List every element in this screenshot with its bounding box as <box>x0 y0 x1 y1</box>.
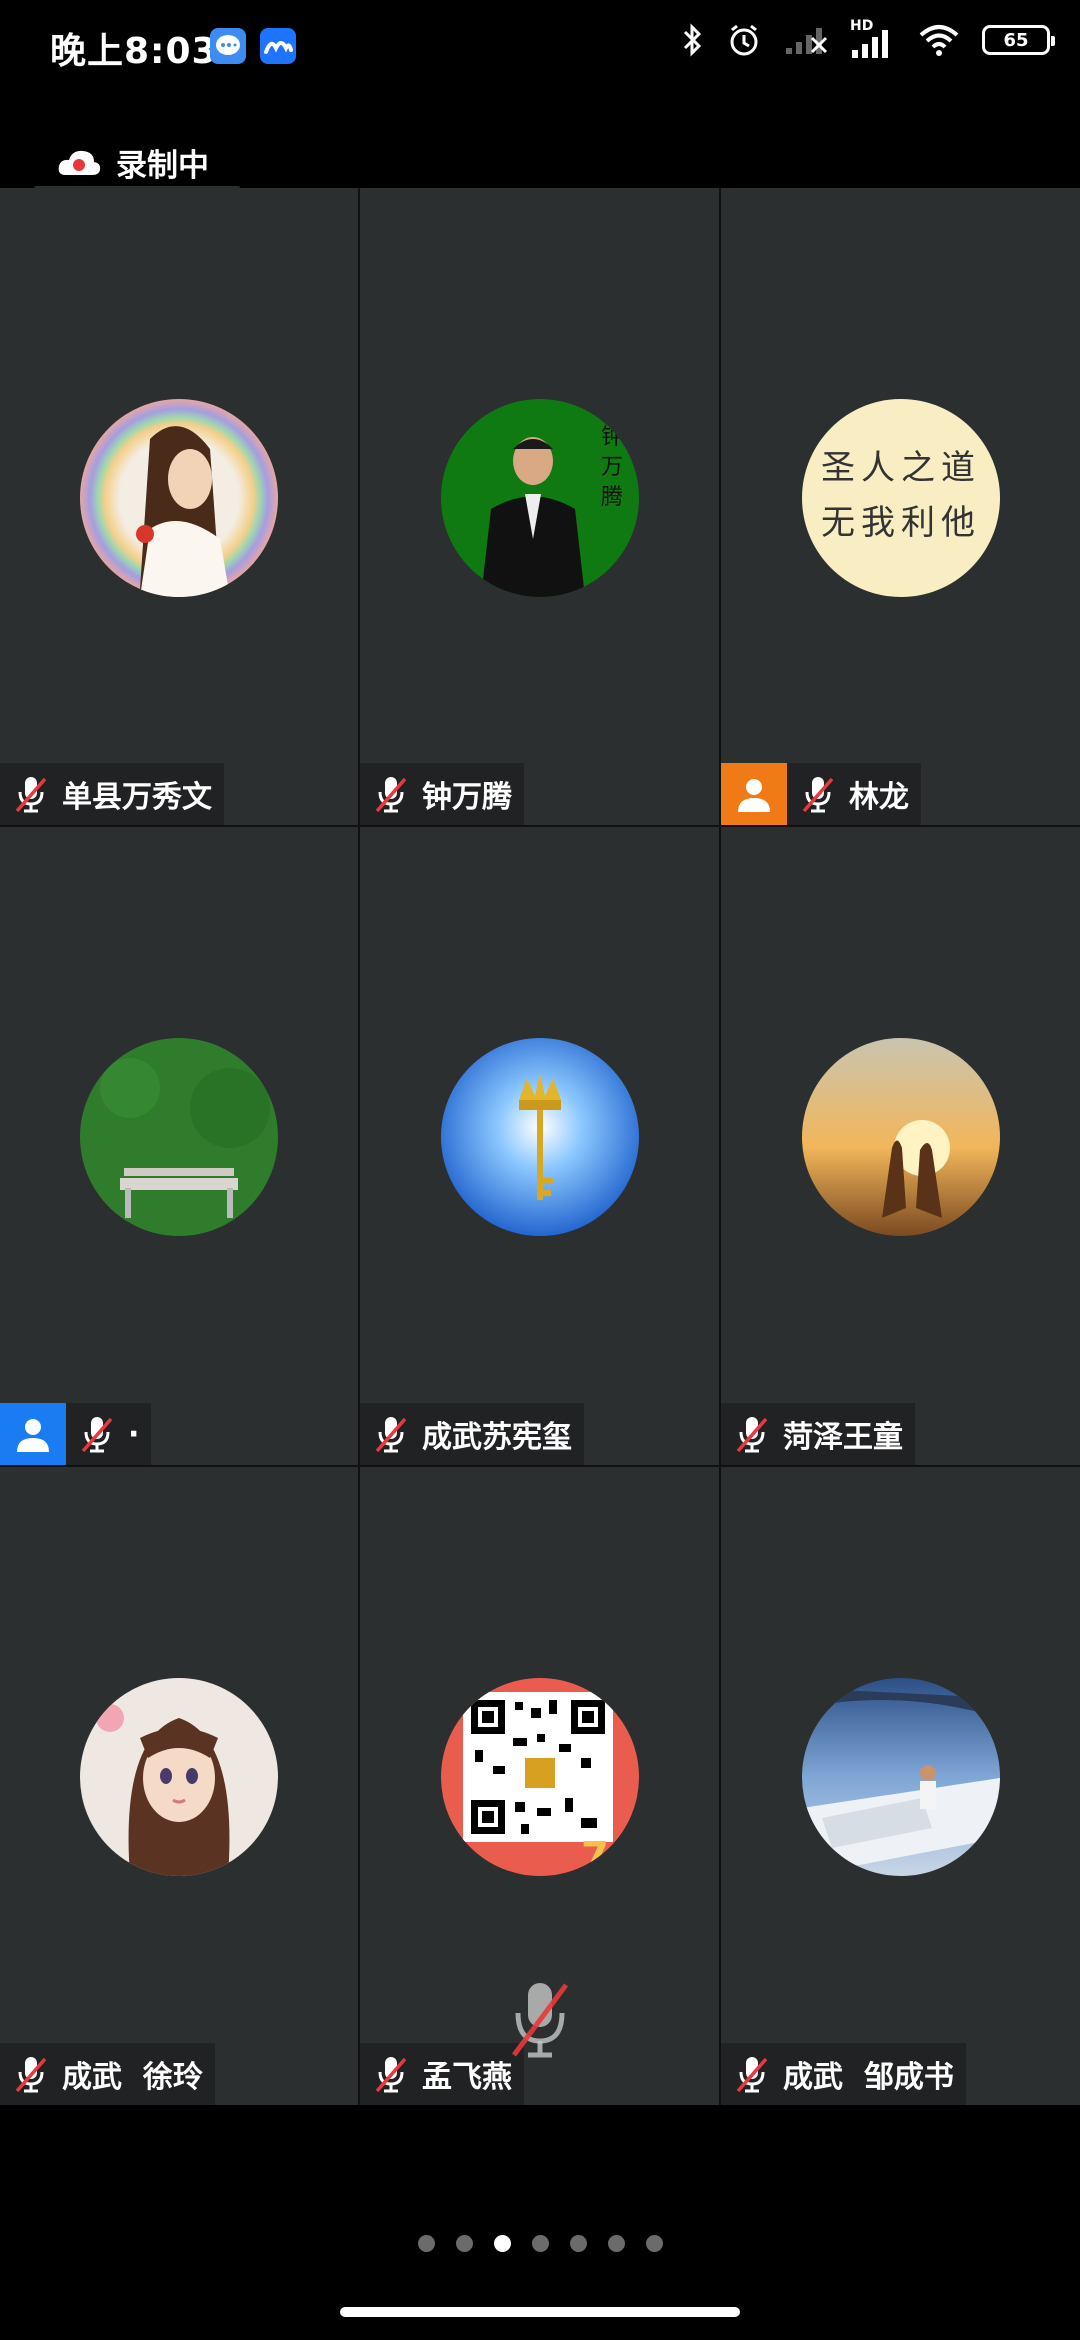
participant-label: 孟飞燕 <box>360 2043 524 2105</box>
participant-label: 成武 邹成书 <box>721 2043 966 2105</box>
muted-mic-icon <box>360 1403 422 1465</box>
page-dot[interactable] <box>455 2235 473 2252</box>
person-icon <box>738 779 770 812</box>
muted-mic-icon <box>511 1983 569 2058</box>
participant-avatar: 圣人之道 无我利他 <box>801 398 1000 597</box>
participant-tile[interactable]: 菏泽王童 <box>721 827 1080 1465</box>
avatar-calligraphy-line-1: 圣人之道 <box>821 448 981 488</box>
orange-person-badge <box>721 763 787 825</box>
participant-label: 钟万腾 <box>360 763 524 825</box>
page-dot[interactable] <box>607 2235 625 2252</box>
alarm-icon <box>730 24 758 56</box>
participant-avatar: 70 <box>440 1678 639 1876</box>
page-dot[interactable] <box>417 2235 435 2252</box>
muted-mic-icon <box>721 2043 783 2105</box>
page-dot[interactable] <box>531 2235 549 2252</box>
participant-avatar <box>440 1038 639 1236</box>
participant-avatar <box>80 398 278 597</box>
muted-mic-icon <box>0 763 62 825</box>
participant-name: · <box>128 1416 140 1452</box>
page-dot[interactable] <box>645 2235 663 2252</box>
home-indicator[interactable] <box>340 2307 740 2317</box>
svg-text:腾: 腾 <box>601 485 623 510</box>
person-icon <box>17 1419 49 1452</box>
participant-tile[interactable]: 成武 徐玲 <box>0 1467 358 2105</box>
participant-avatar <box>80 1038 278 1236</box>
status-bar: 晚上8:03 HD 65 <box>0 0 1080 100</box>
participant-name: 菏泽王童 <box>783 1420 903 1455</box>
participant-label: 成武苏宪玺 <box>360 1403 584 1465</box>
participant-tile[interactable]: 单县万秀文 <box>0 188 358 825</box>
participant-avatar <box>801 1678 1000 1876</box>
participant-label: 单县万秀文 <box>0 763 224 825</box>
muted-mic-icon <box>787 763 849 825</box>
wifi-icon <box>919 25 959 56</box>
qr-avatar-number: 70 <box>581 1834 637 1876</box>
muted-mic-icon <box>66 1403 128 1465</box>
meeting-app-icon <box>260 28 296 64</box>
page-dot-active[interactable] <box>493 2235 511 2252</box>
participant-label: 菏泽王童 <box>721 1403 915 1465</box>
participant-avatar: 钟 万 腾 <box>440 398 639 597</box>
recording-label: 录制中 <box>116 148 209 184</box>
chat-app-icon <box>210 28 246 64</box>
participant-tile[interactable]: 成武 邹成书 <box>721 1467 1080 2105</box>
svg-text:万: 万 <box>601 455 623 480</box>
participant-name: 钟万腾 <box>422 780 512 815</box>
recording-indicator[interactable]: 录制中 <box>56 140 209 185</box>
muted-mic-icon <box>360 763 422 825</box>
signal-hd-icon: HD <box>850 18 896 58</box>
participant-avatar <box>801 1038 1000 1236</box>
bluetooth-icon <box>683 23 702 57</box>
participant-name: 孟飞燕 <box>422 2060 512 2095</box>
cloud-record-icon <box>58 150 101 175</box>
muted-mic-icon <box>721 1403 783 1465</box>
signal-weak-icon <box>786 28 828 54</box>
participant-label: 林龙 <box>721 763 921 825</box>
participant-name: 成武苏宪玺 <box>422 1420 572 1455</box>
participant-grid: 单县万秀文 钟 万 腾 钟万腾 圣人之道 无我利他 林龙 · 成武苏宪玺 菏泽王… <box>0 188 1080 2105</box>
participant-name: 成武 徐玲 <box>62 2060 203 2095</box>
participant-tile[interactable]: · <box>0 827 358 1465</box>
svg-text:钟: 钟 <box>601 425 623 450</box>
muted-mic-icon <box>0 2043 62 2105</box>
clock: 晚上8:03 <box>50 31 218 72</box>
participant-avatar <box>80 1678 278 1876</box>
battery-level: 65 <box>1003 29 1029 51</box>
participant-tile[interactable]: 圣人之道 无我利他 林龙 <box>721 188 1080 825</box>
participant-label: · <box>0 1403 152 1465</box>
participant-tile[interactable]: 成武苏宪玺 <box>360 827 719 1465</box>
participant-name: 林龙 <box>849 780 909 815</box>
floating-mute-button[interactable] <box>508 1975 572 2065</box>
page-indicator[interactable] <box>0 2235 1080 2252</box>
page-dot[interactable] <box>569 2235 587 2252</box>
avatar-calligraphy-line-2: 无我利他 <box>821 503 981 543</box>
participant-label: 成武 徐玲 <box>0 2043 215 2105</box>
participant-name: 成武 邹成书 <box>783 2060 954 2095</box>
battery-icon: 65 <box>982 25 1055 55</box>
participant-name: 单县万秀文 <box>62 780 212 815</box>
blue-person-badge <box>0 1403 66 1465</box>
participant-tile[interactable]: 钟 万 腾 钟万腾 <box>360 188 719 825</box>
muted-mic-icon <box>360 2043 422 2105</box>
